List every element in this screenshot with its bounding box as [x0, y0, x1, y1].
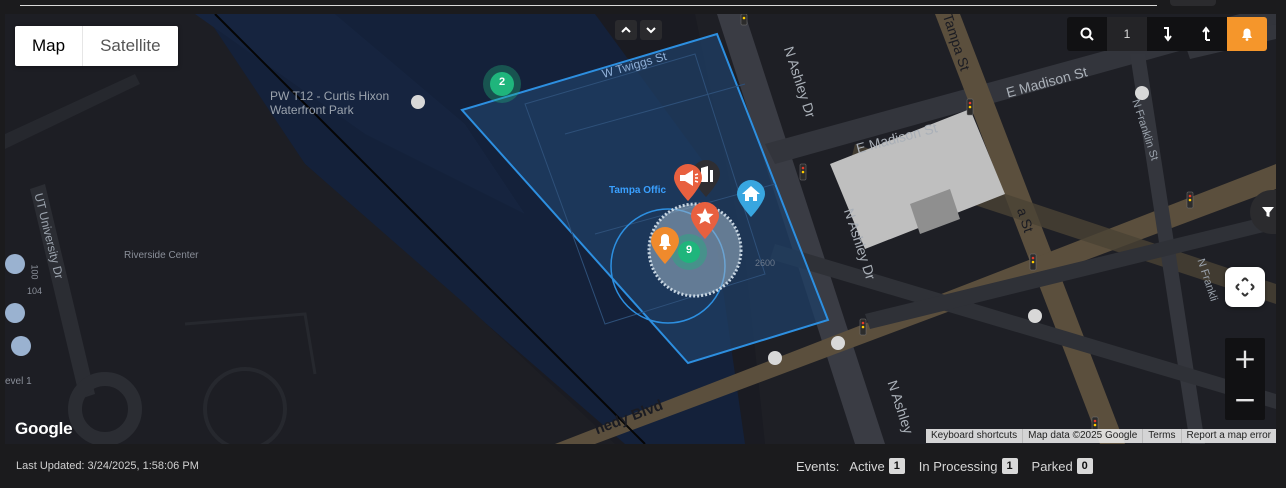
- keyboard-shortcuts-link[interactable]: Keyboard shortcuts: [926, 429, 1022, 443]
- top-bar: [0, 0, 1286, 14]
- chevron-down-icon: [646, 27, 656, 34]
- arrow-up-icon: [1202, 26, 1210, 41]
- pan-up-button[interactable]: [615, 20, 637, 40]
- active-label: Active: [849, 458, 885, 474]
- last-updated-text: Last Updated: 3/24/2025, 1:58:06 PM: [16, 460, 199, 472]
- map-widget: PW T12 - Curtis Hixon Waterfront Park Ri…: [0, 0, 1286, 488]
- map-attribution: Keyboard shortcuts Map data ©2025 Google…: [925, 429, 1276, 443]
- arrow-down-icon: [1164, 27, 1172, 42]
- map-type-map-button[interactable]: Map: [15, 26, 82, 66]
- alerts-button[interactable]: [1227, 17, 1267, 51]
- priority-event-marker[interactable]: [690, 202, 720, 245]
- chevron-up-icon: [621, 26, 631, 33]
- zoom-out-button[interactable]: −: [1225, 379, 1265, 420]
- active-events-filter[interactable]: Active 1: [849, 458, 905, 474]
- processing-label: In Processing: [918, 458, 998, 474]
- home-icon: [737, 180, 765, 217]
- events-label: Events:: [796, 458, 840, 474]
- search-icon: [1080, 27, 1094, 41]
- processing-events-filter[interactable]: In Processing 1: [919, 458, 1018, 474]
- level-label: evel 1: [5, 376, 32, 387]
- number-100-label: 100: [29, 264, 40, 280]
- recenter-button[interactable]: [1225, 267, 1265, 307]
- parked-events-filter[interactable]: Parked 0: [1032, 458, 1093, 474]
- riverside-label: Riverside Center: [124, 250, 199, 261]
- status-footer: Last Updated: 3/24/2025, 1:58:06 PM Even…: [0, 444, 1286, 488]
- top-tab[interactable]: [1170, 0, 1216, 6]
- event-summary: Events: Active 1 In Processing 1 Parked …: [796, 458, 1107, 474]
- sort-down-button[interactable]: [1147, 17, 1187, 51]
- move-icon: [1235, 277, 1255, 297]
- zoom-control: + −: [1225, 338, 1265, 420]
- map-view[interactable]: PW T12 - Curtis Hixon Waterfront Park Ri…: [5, 14, 1276, 444]
- bell-icon: [1242, 28, 1252, 41]
- park-label: PW T12 - Curtis Hixon Waterfront Park: [270, 89, 390, 117]
- filter-icon: [1262, 207, 1274, 217]
- star-icon: [691, 202, 719, 239]
- result-count: 1: [1107, 17, 1147, 51]
- google-logo: Google: [15, 419, 73, 438]
- parked-label: Parked: [1031, 458, 1073, 474]
- pan-down-button[interactable]: [640, 20, 662, 40]
- alarm-event-marker[interactable]: [650, 227, 680, 270]
- number-104-label: 104: [27, 286, 43, 296]
- number-2600-label: 2600: [755, 258, 776, 268]
- processing-count-badge: 1: [1001, 458, 1018, 474]
- parked-count-badge: 0: [1076, 458, 1093, 474]
- divider: [20, 5, 1157, 6]
- map-toolbar: 1: [1067, 17, 1267, 51]
- map-type-satellite-button[interactable]: Satellite: [83, 26, 177, 66]
- report-error-link[interactable]: Report a map error: [1180, 429, 1276, 443]
- terms-link[interactable]: Terms: [1142, 429, 1180, 443]
- sort-up-button[interactable]: [1187, 17, 1227, 51]
- search-button[interactable]: [1067, 17, 1107, 51]
- bell-icon: [651, 227, 679, 264]
- megaphone-icon: [674, 164, 702, 201]
- map-data-text: Map data ©2025 Google: [1022, 429, 1142, 443]
- cluster-marker-green[interactable]: 2: [482, 64, 522, 109]
- announcement-event-marker[interactable]: [673, 164, 703, 207]
- zoom-in-button[interactable]: +: [1225, 338, 1265, 379]
- tampa-office-label: Tampa Offic: [609, 185, 667, 196]
- map-type-control: Map Satellite: [15, 26, 178, 66]
- active-count-badge: 1: [888, 458, 905, 474]
- home-location-marker[interactable]: [736, 180, 766, 223]
- cluster-count: 2: [498, 76, 506, 88]
